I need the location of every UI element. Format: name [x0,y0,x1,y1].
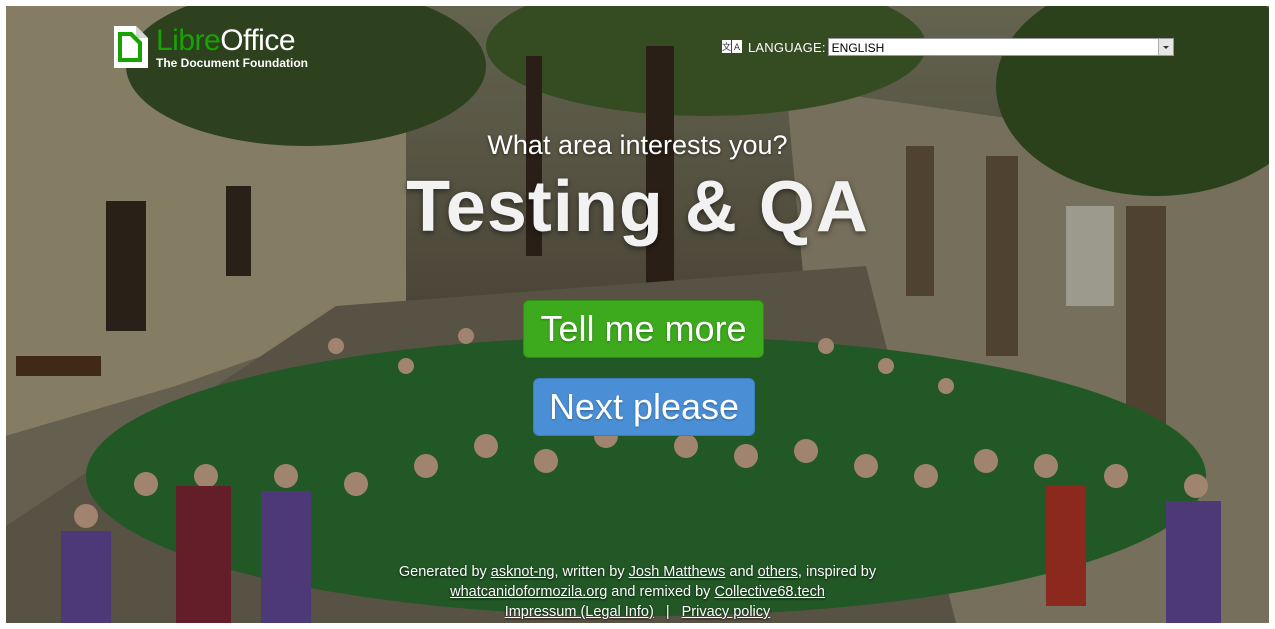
svg-text:文: 文 [722,41,731,53]
brand-name: LibreOffice [156,24,296,57]
area-title: Testing & QA [406,167,869,247]
language-dropdown[interactable]: ENGLISH [827,38,1174,56]
question-heading: What area interests you? [487,130,788,160]
footer-separator: | [665,604,670,620]
asknot-link[interactable]: asknot-ng [491,564,555,580]
impressum-link[interactable]: Impressum (Legal Info) [505,604,654,620]
footer-line-1: Generated by asknot-ng, written by Josh … [398,564,877,580]
footer-line-3: Impressum (Legal Info) | Privacy policy [6,602,1269,622]
hero-background: LibreOffice The Document Foundation 文 A … [6,6,1269,623]
others-link[interactable]: others [758,564,798,580]
libreoffice-logo[interactable]: LibreOffice The Document Foundation [114,26,308,70]
josh-matthews-link[interactable]: Josh Matthews [629,564,726,580]
svg-text:A: A [734,43,741,53]
tell-me-more-button[interactable]: Tell me more [523,300,764,358]
chevron-down-icon [1157,39,1173,55]
brand-subtitle: The Document Foundation [156,56,308,70]
whatcanido-link[interactable]: whatcanidoformozila.org [450,584,607,600]
language-selected: ENGLISH [831,41,885,55]
document-icon [114,26,148,68]
language-label: LANGUAGE: [748,39,826,55]
collective68-link[interactable]: Collective68.tech [714,584,824,600]
language-selector: 文 A LANGUAGE: ENGLISH [722,38,1174,56]
translate-icon: 文 A [722,40,742,53]
privacy-policy-link[interactable]: Privacy policy [682,604,771,620]
footer-line-2: whatcanidoformozila.org and remixed by C… [450,584,825,600]
footer: Generated by asknot-ng, written by Josh … [6,562,1269,622]
next-please-button[interactable]: Next please [533,378,755,436]
